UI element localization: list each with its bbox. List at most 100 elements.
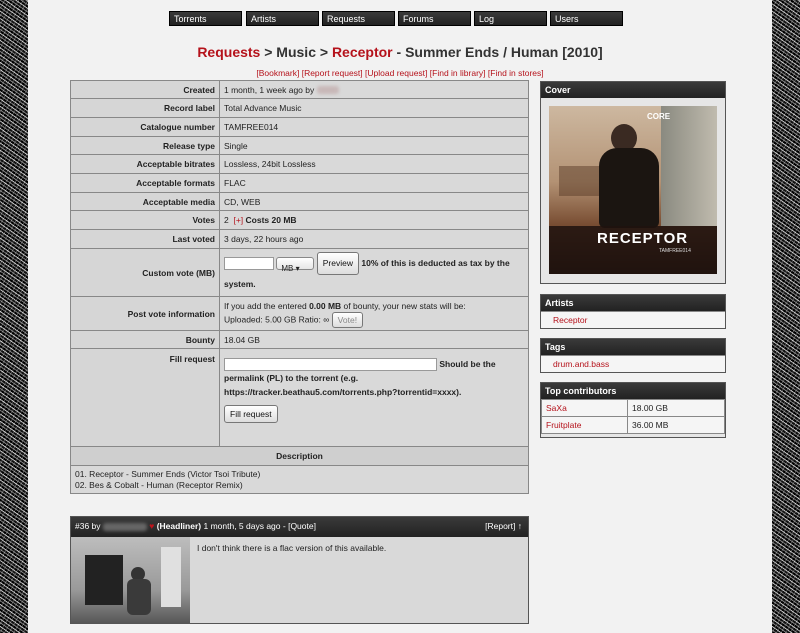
votes-count: 2 <box>224 215 229 225</box>
report-link[interactable]: [Report] <box>485 521 515 531</box>
cover-image[interactable]: CORE RECEPTOR TAMFREE014 <box>549 106 717 274</box>
breadcrumb-title: - Summer Ends / Human [2010] <box>392 44 603 60</box>
contributor-name[interactable]: SaXa <box>541 399 628 417</box>
post-vote-text-a: If you add the entered <box>224 300 310 311</box>
cover-skyline <box>559 166 599 196</box>
catalogue-number-label: Catalogue number <box>70 117 220 137</box>
scroll-up-icon[interactable]: ↑ <box>518 521 522 531</box>
comment-time: 1 month, 5 days ago <box>203 521 281 531</box>
nav-artists[interactable]: Artists <box>246 11 319 26</box>
avatar-figure-body <box>127 579 151 615</box>
top-contributors-title: Top contributors <box>541 383 725 399</box>
table-row: Bounty 18.04 GB <box>70 330 529 349</box>
contributor-amount: 18.00 GB <box>627 399 725 417</box>
breadcrumb-artist[interactable]: Receptor <box>332 44 393 60</box>
table-row: Post vote information If you add the ent… <box>70 296 529 331</box>
artists-box-title: Artists <box>541 295 725 311</box>
right-background-pattern <box>772 0 800 633</box>
fill-request-button[interactable]: Fill request <box>224 405 278 424</box>
top-contributors-box: Top contributors SaXa 18.00 GB Fruitplat… <box>540 382 726 438</box>
table-row: Fruitplate 36.00 MB <box>541 416 725 434</box>
cover-box: Cover CORE RECEPTOR TAMFREE014 <box>540 81 726 284</box>
post-vote-text-c: of bounty, your new stats will be: <box>341 300 466 311</box>
cover-wrap: CORE RECEPTOR TAMFREE014 <box>541 98 725 282</box>
bounty-label: Bounty <box>70 330 220 349</box>
acceptable-formats-value: FLAC <box>219 173 529 193</box>
left-background-pattern <box>0 0 28 633</box>
requester-username-redacted[interactable] <box>316 86 339 95</box>
table-row: Created 1 month, 1 week ago by <box>70 80 529 99</box>
votes-value: 2 [+] Costs 20 MB <box>219 210 529 230</box>
avatar <box>71 537 190 624</box>
nav-torrents[interactable]: Torrents <box>169 11 242 26</box>
avatar-window <box>161 547 181 607</box>
acceptable-media-value: CD, WEB <box>219 192 529 211</box>
bookmark-link[interactable]: Bookmark <box>259 68 297 78</box>
comment-text: I don't think there is a flac version of… <box>197 543 387 553</box>
breadcrumb-requests[interactable]: Requests <box>197 44 260 60</box>
table-row: Acceptable formats FLAC <box>70 173 529 193</box>
table-row: Record label Total Advance Music <box>70 98 529 118</box>
quote-link[interactable]: [Quote] <box>288 521 316 531</box>
request-details-table: Created 1 month, 1 week ago by Record la… <box>70 80 529 494</box>
cover-catalogue-text: TAMFREE014 <box>659 248 691 254</box>
acceptable-bitrates-value: Lossless, 24bit Lossless <box>219 154 529 174</box>
comment-id[interactable]: #36 by <box>75 521 101 531</box>
contributor-name[interactable]: Fruitplate <box>541 416 628 434</box>
upload-request-link[interactable]: Upload request <box>367 68 425 78</box>
page-title: Requests > Music > Receptor - Summer End… <box>28 44 772 60</box>
nav-users[interactable]: Users <box>550 11 623 26</box>
release-type-value: Single <box>219 136 529 155</box>
comment-actions: [Report] ↑ <box>485 521 522 531</box>
fill-request-cell: Should be the permalink (PL) to the torr… <box>219 348 529 447</box>
record-label-value: Total Advance Music <box>219 98 529 118</box>
contributors-table: SaXa 18.00 GB Fruitplate 36.00 MB <box>541 399 725 434</box>
breadcrumb-separator: > Music > <box>260 44 332 60</box>
vote-cost: Costs 20 MB <box>245 215 297 225</box>
cover-figure-body <box>599 148 659 228</box>
heart-icon: ♥ <box>149 521 155 531</box>
post-vote-stats: Uploaded: 5.00 GB Ratio: ∞ <box>224 313 330 324</box>
tags-box: Tags drum.and.bass <box>540 338 726 373</box>
comment-header: #36 by ♥ (Headliner) 1 month, 5 days ago… <box>71 517 528 537</box>
vote-button[interactable]: Vote! <box>331 311 364 328</box>
table-row: SaXa 18.00 GB <box>541 399 725 417</box>
table-row: 01. Receptor - Summer Ends (Victor Tsoi … <box>70 465 529 494</box>
description-line-1: 01. Receptor - Summer Ends (Victor Tsoi … <box>75 468 261 479</box>
add-vote-link[interactable]: [+] <box>233 215 243 225</box>
page: Torrents Artists Requests Forums Log Use… <box>28 0 772 633</box>
acceptable-formats-label: Acceptable formats <box>70 173 220 193</box>
vote-unit-select[interactable]: MB ▾ <box>276 256 315 273</box>
avatar-piano <box>85 555 123 605</box>
table-row: Fill request Should be the permalink (PL… <box>70 348 529 447</box>
commenter-rank: (Headliner) <box>156 521 202 531</box>
report-request-link[interactable]: Report request <box>304 68 360 78</box>
bounty-value: 18.04 GB <box>219 330 529 349</box>
table-row: Acceptable bitrates Lossless, 24bit Loss… <box>70 154 529 174</box>
table-row: Votes 2 [+] Costs 20 MB <box>70 210 529 230</box>
description-line-2: 02. Bes & Cobalt - Human (Receptor Remix… <box>75 479 243 490</box>
contributor-amount: 36.00 MB <box>627 416 725 434</box>
fill-request-input[interactable] <box>224 358 437 372</box>
created-value: 1 month, 1 week ago by <box>219 80 529 99</box>
acceptable-bitrates-label: Acceptable bitrates <box>70 154 220 174</box>
record-label-label: Record label <box>70 98 220 118</box>
nav-log[interactable]: Log <box>474 11 547 26</box>
cover-artist-text: RECEPTOR <box>597 230 689 247</box>
artist-link[interactable]: Receptor <box>541 311 725 328</box>
preview-button[interactable]: Preview <box>316 251 359 275</box>
created-label: Created <box>70 80 220 99</box>
tag-link[interactable]: drum.and.bass <box>541 355 725 372</box>
find-in-library-link[interactable]: Find in library <box>432 68 483 78</box>
nav-requests[interactable]: Requests <box>322 11 395 26</box>
created-text: 1 month, 1 week ago by <box>224 84 315 95</box>
cover-top-text: CORE <box>647 112 671 121</box>
acceptable-media-label: Acceptable media <box>70 192 220 211</box>
post-vote-info-value: If you add the entered 0.00 MB of bounty… <box>219 296 529 331</box>
table-row: Last voted 3 days, 22 hours ago <box>70 229 529 249</box>
custom-vote-input[interactable] <box>224 256 274 270</box>
find-in-stores-link[interactable]: Find in stores <box>490 68 541 78</box>
last-voted-label: Last voted <box>70 229 220 249</box>
nav-forums[interactable]: Forums <box>398 11 471 26</box>
commenter-username-redacted[interactable] <box>102 522 147 531</box>
